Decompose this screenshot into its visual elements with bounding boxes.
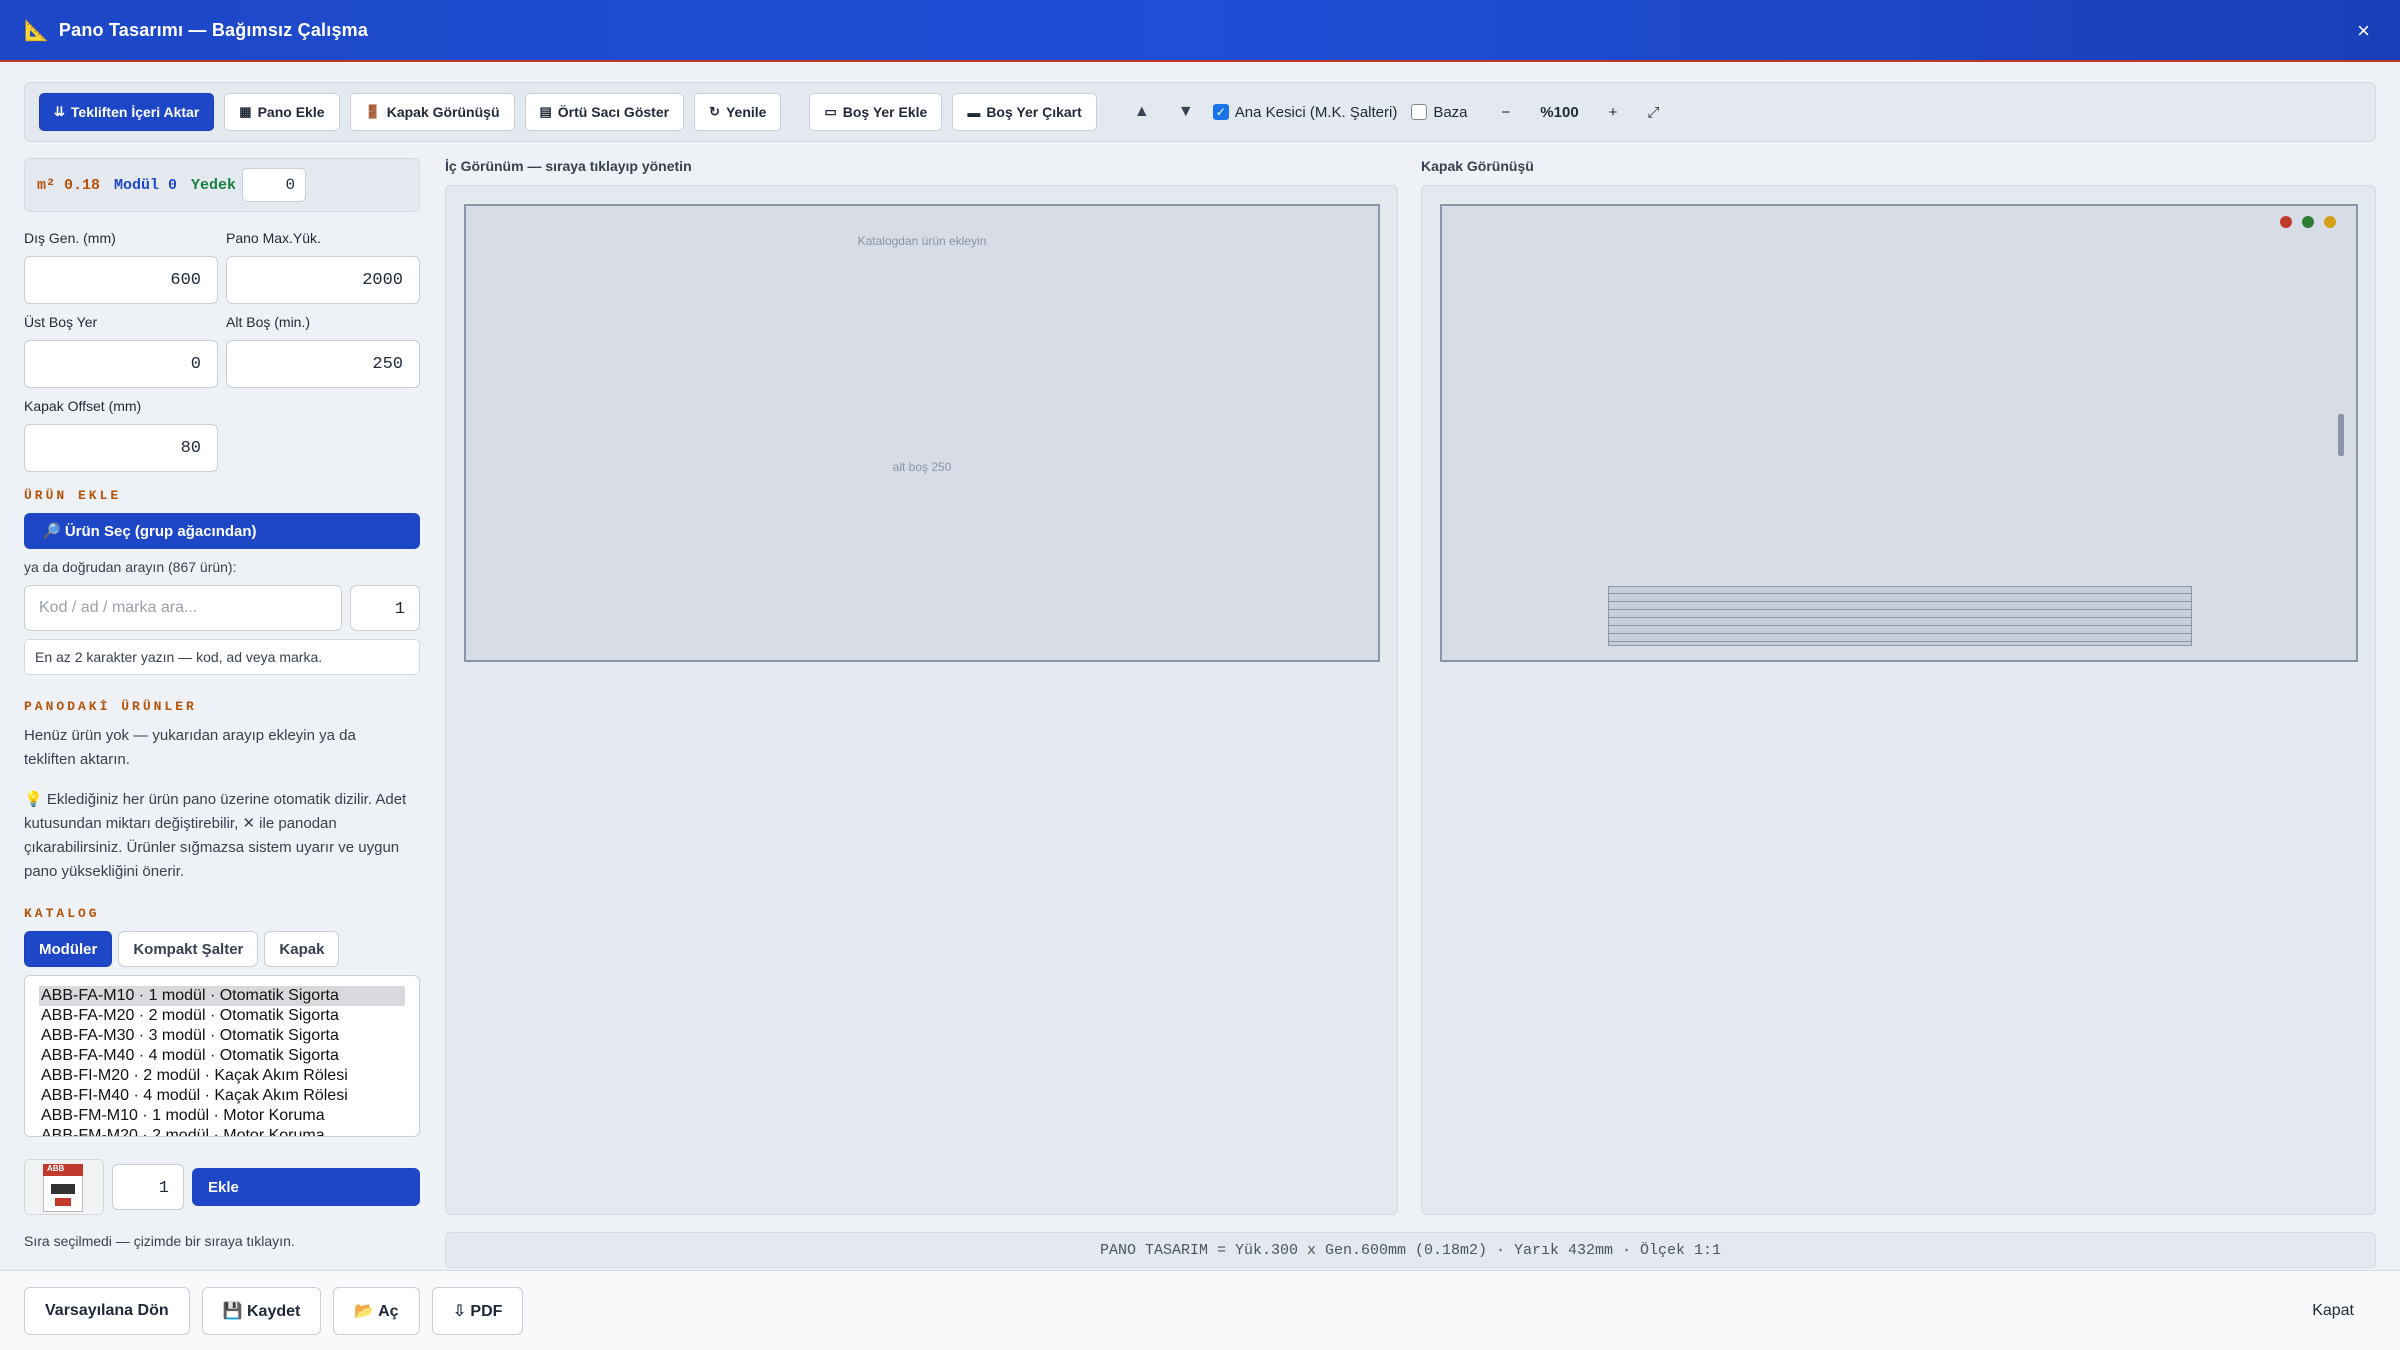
list-item[interactable]: ABB-FA-M20 · 2 modül · Otomatik Sigorta	[39, 1006, 405, 1026]
cover-offset-input[interactable]: 80	[24, 424, 218, 472]
stats-box: m² 0.18 Modül 0 Yedek 0	[24, 158, 420, 212]
zoom-out-button[interactable]: −	[1492, 104, 1521, 121]
close-link[interactable]: Kapat	[2312, 1302, 2354, 1320]
close-icon[interactable]: ×	[2357, 18, 2370, 44]
list-item[interactable]: ABB-FI-M20 · 2 modül · Kaçak Akım Rölesi	[39, 1066, 405, 1086]
refresh-button[interactable]: ↻ Yenile	[694, 93, 782, 131]
list-item[interactable]: ABB-FA-M40 · 4 modül · Otomatik Sigorta	[39, 1046, 405, 1066]
remove-blank-button[interactable]: ▬ Boş Yer Çıkart	[952, 93, 1097, 131]
zoom-level: %100	[1540, 103, 1579, 121]
zoom-in-button[interactable]: +	[1599, 104, 1628, 121]
title-bar: 📐 Pano Tasarımı — Bağımsız Çalışma ×	[0, 0, 2400, 62]
baza-checkbox[interactable]: Baza	[1411, 104, 1468, 121]
max-height-label: Pano Max.Yük.	[226, 230, 321, 246]
list-item[interactable]: ABB-FI-M40 · 4 modül · Kaçak Akım Rölesi	[39, 1086, 405, 1106]
cover-view-label: Kapak Görünüşü	[1421, 158, 1534, 174]
move-up-icon[interactable]: ▲	[1125, 103, 1159, 121]
ventilation-grille	[1608, 586, 2192, 646]
cover-view-canvas[interactable]	[1440, 204, 2358, 662]
product-search-input[interactable]: Kod / ad / marka ara...	[24, 585, 342, 631]
catalog-tabs: Modüler Kompakt Şalter Kapak	[24, 931, 420, 967]
tab-kompakt-salter[interactable]: Kompakt Şalter	[118, 931, 259, 967]
toolbar: ⇊ Tekliften İçeri Aktar ▦ Pano Ekle 🚪 Ka…	[24, 82, 2376, 142]
catalog-list[interactable]: ABB-FA-M10 · 1 modül · Otomatik Sigorta …	[24, 975, 420, 1137]
blank-add-icon: ▭	[824, 104, 837, 119]
catalog-heading: KATALOG	[24, 906, 100, 921]
list-item[interactable]: ABB-FM-M10 · 1 modül · Motor Koruma	[39, 1106, 405, 1126]
indicator-green-dot	[2302, 216, 2314, 228]
refresh-icon: ↻	[709, 104, 720, 119]
window-title: Pano Tasarımı — Bağımsız Çalışma	[58, 19, 369, 40]
add-blank-button[interactable]: ▭ Boş Yer Ekle	[809, 93, 943, 131]
cover-view-button[interactable]: 🚪 Kapak Görünüşü	[349, 93, 515, 131]
list-item[interactable]: ABB-FM-M20 · 2 modül · Motor Koruma	[39, 1126, 405, 1136]
add-product-heading: ÜRÜN EKLE	[24, 488, 122, 503]
panel-products-heading: PANODAKİ ÜRÜNLER	[24, 699, 197, 714]
thumb-brand-text: ABB	[47, 1164, 65, 1173]
inner-top-text: Katalogdan ürün ekleyin	[857, 234, 987, 248]
door-icon: 🚪	[364, 104, 381, 119]
product-thumbnail: ABB	[24, 1159, 104, 1215]
search-hint-line: ya da doğrudan arayın (867 ürün):	[24, 559, 237, 575]
max-height-input[interactable]: 2000	[226, 256, 420, 304]
main-breaker-checkbox[interactable]: ✓ Ana Kesici (M.K. Şalteri)	[1212, 104, 1397, 121]
show-cover-plate-button[interactable]: ▤ Örtü Sacı Göster	[524, 93, 685, 131]
cover-view-panel	[1421, 185, 2376, 1215]
row-status-text: Sıra seçilmedi — çizimde bir sıraya tıkl…	[24, 1233, 295, 1249]
select-product-button[interactable]: 🔎 Ürün Seç (grup ağacından)	[24, 513, 420, 549]
save-button[interactable]: 💾 Kaydet	[201, 1286, 322, 1335]
reset-default-button[interactable]: Varsayılana Dön	[24, 1286, 190, 1335]
pdf-button[interactable]: ⇩ PDF	[431, 1286, 524, 1335]
bottom-space-input[interactable]: 250	[226, 340, 420, 388]
bottom-space-label: Alt Boş (min.)	[226, 314, 311, 330]
spare-input[interactable]: 0	[242, 168, 307, 202]
list-item[interactable]: ABB-FA-M30 · 3 modül · Otomatik Sigorta	[39, 1026, 405, 1046]
empty-products-text: Henüz ürün yok — yukarıdan arayıp ekleyi…	[24, 727, 356, 768]
door-handle	[2338, 414, 2344, 456]
tab-moduler[interactable]: Modüler	[24, 931, 113, 967]
import-icon: ⇊	[54, 104, 65, 119]
search-qty-input[interactable]: 1	[350, 585, 420, 631]
fullscreen-icon[interactable]: ⤢	[1637, 104, 1669, 121]
outer-width-input[interactable]: 600	[24, 256, 218, 304]
indicator-red-dot	[2280, 216, 2292, 228]
panel-summary-bar: PANO TASARIM = Yük.300 x Gen.600mm (0.18…	[445, 1232, 2376, 1268]
plate-icon: ▤	[539, 104, 552, 119]
outer-width-label: Dış Gen. (mm)	[24, 230, 116, 246]
add-qty-input[interactable]: 1	[112, 1164, 184, 1210]
inner-view-panel: Katalogdan ürün ekleyin alt boş 250	[445, 185, 1398, 1215]
footer: Varsayılana Dön 💾 Kaydet 📂 Aç ⇩ PDF Kapa…	[0, 1270, 2400, 1350]
add-panel-button[interactable]: ▦ Pano Ekle	[224, 93, 340, 131]
search-hint-box: En az 2 karakter yazın — kod, ad veya ma…	[24, 639, 420, 675]
inner-view-label: İç Görünüm — sıraya tıklayıp yönetin	[445, 158, 692, 174]
spare-label: Yedek	[191, 176, 237, 194]
list-item[interactable]: ABB-FA-M10 · 1 modül · Otomatik Sigorta	[39, 986, 405, 1006]
cover-offset-label: Kapak Offset (mm)	[24, 398, 142, 414]
add-button[interactable]: Ekle	[192, 1168, 420, 1206]
tip-text: 💡 Eklediğiniz her ürün pano üzerine otom…	[24, 791, 407, 880]
ruler-icon: 📐	[24, 19, 49, 42]
inner-mid-text: alt boş 250	[892, 460, 952, 474]
top-space-input[interactable]: 0	[24, 340, 218, 388]
inner-view-canvas[interactable]: Katalogdan ürün ekleyin alt boş 250	[464, 204, 1380, 662]
blank-remove-icon: ▬	[967, 104, 981, 120]
open-button[interactable]: 📂 Aç	[333, 1286, 420, 1335]
panel-icon: ▦	[239, 104, 252, 119]
tab-kapak[interactable]: Kapak	[264, 931, 340, 967]
area-stat: m² 0.18	[37, 176, 101, 194]
left-panel: m² 0.18 Modül 0 Yedek 0 Dış Gen. (mm) 60…	[24, 158, 420, 1249]
module-stat: Modül 0	[114, 176, 178, 194]
checkbox-unchecked-icon[interactable]	[1411, 104, 1428, 120]
indicator-yellow-dot	[2324, 216, 2336, 228]
checkbox-checked-icon[interactable]: ✓	[1212, 104, 1229, 120]
top-space-label: Üst Boş Yer	[24, 314, 98, 330]
import-from-offer-button[interactable]: ⇊ Tekliften İçeri Aktar	[39, 93, 215, 131]
move-down-icon[interactable]: ▼	[1169, 103, 1203, 121]
